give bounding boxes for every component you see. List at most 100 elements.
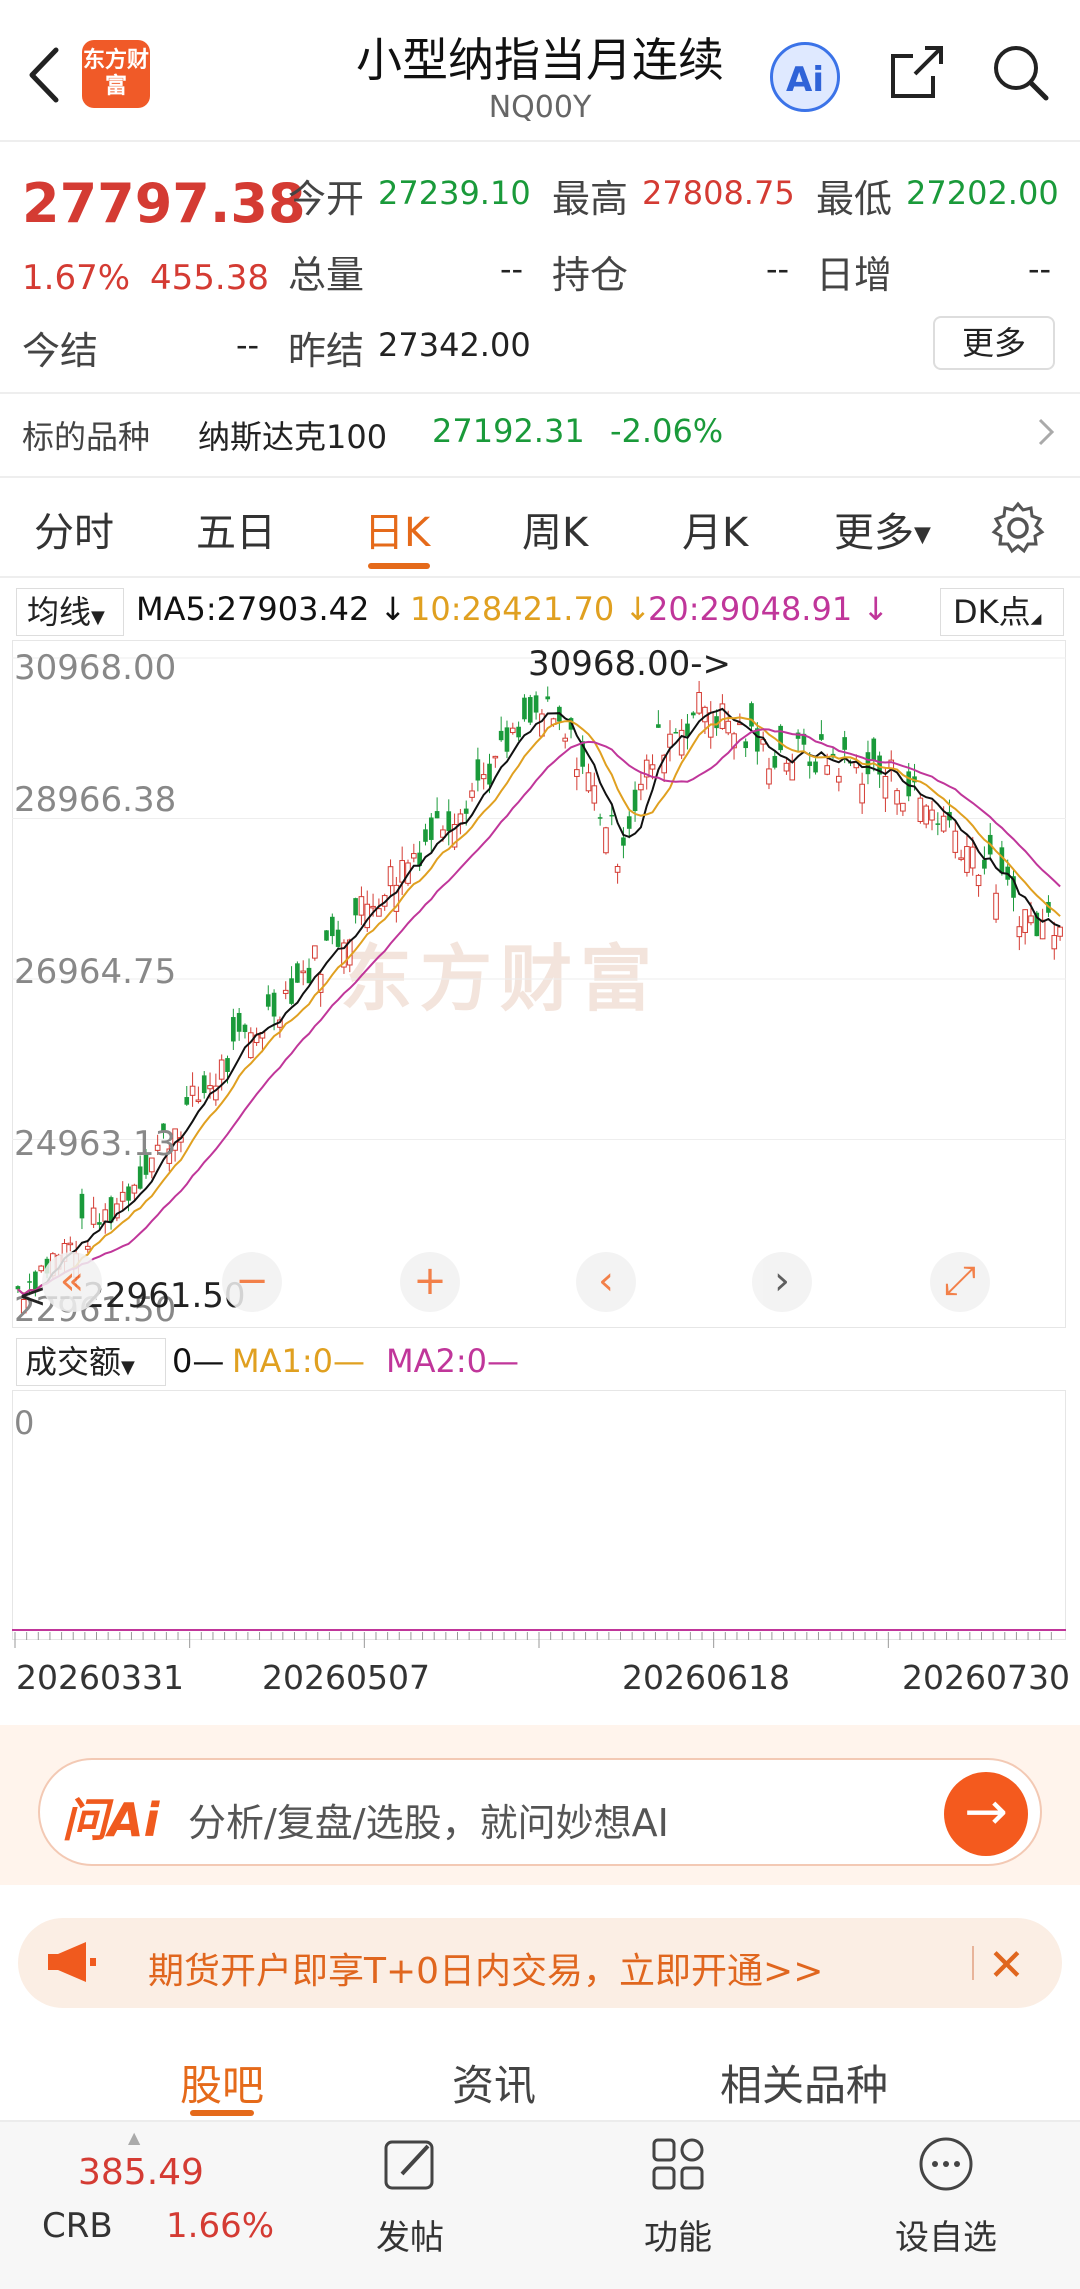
candle xyxy=(289,978,294,1004)
promo-separator xyxy=(972,1946,974,1980)
candle xyxy=(719,703,726,729)
back-icon[interactable] xyxy=(20,40,70,110)
tab-weekly-k[interactable]: 周K xyxy=(522,500,588,558)
tab-more[interactable]: 更多▼ xyxy=(834,500,931,558)
candle xyxy=(492,755,499,759)
candle xyxy=(871,738,877,761)
chevron-left-icon[interactable]: ‹ xyxy=(576,1252,636,1312)
candle xyxy=(236,1012,242,1032)
ai-placeholder: 分析/复盘/选股，就问妙想AI xyxy=(188,1801,669,1845)
candle xyxy=(231,1017,236,1042)
candle xyxy=(789,761,796,781)
change-percent: 1.67% xyxy=(22,258,131,298)
tabs-divider xyxy=(0,576,1080,578)
low-label: 最低 xyxy=(816,177,893,221)
tab-guba[interactable]: 股吧 xyxy=(180,2052,264,2113)
candle xyxy=(137,1166,143,1189)
dk-point-button[interactable]: DK点◢ xyxy=(940,588,1064,636)
tab-daily-k[interactable]: 日K xyxy=(364,500,430,558)
candle xyxy=(387,866,394,887)
candle xyxy=(102,1209,109,1222)
candle xyxy=(975,874,982,887)
candle xyxy=(894,790,900,805)
candle xyxy=(90,1207,97,1225)
daily-increase-value: -- xyxy=(1028,250,1052,288)
tab-related[interactable]: 相关品种 xyxy=(720,2052,888,2113)
chevron-right-icon xyxy=(1036,414,1056,454)
candle xyxy=(766,768,772,785)
candle xyxy=(242,1024,248,1033)
candle xyxy=(364,903,371,929)
corner-triangle-icon: ◢ xyxy=(1030,611,1042,627)
nav-function[interactable]: 功能 xyxy=(618,2210,738,2259)
volume-selector[interactable]: 成交额▼ xyxy=(16,1338,166,1386)
candle xyxy=(533,695,539,713)
underlying-name: 纳斯达克100 xyxy=(198,418,388,456)
candle xyxy=(969,846,976,869)
candle xyxy=(725,720,732,734)
chevron-right-icon[interactable]: › xyxy=(752,1252,812,1312)
x-tick-label: 20260331 xyxy=(16,1658,184,1697)
gear-icon[interactable] xyxy=(990,500,1046,560)
ai-button[interactable]: Ai xyxy=(770,42,840,112)
grid-icon[interactable] xyxy=(648,2134,708,2198)
candle xyxy=(649,764,656,770)
candle xyxy=(597,817,603,819)
volume-value: -- xyxy=(500,250,524,288)
x-tick-label: 20260507 xyxy=(262,1658,430,1697)
candle xyxy=(446,811,452,832)
candle xyxy=(487,763,492,785)
underlying-price: 27192.31 xyxy=(432,412,585,450)
candle xyxy=(504,727,510,752)
high-value: 27808.75 xyxy=(642,174,795,212)
tab-five-day[interactable]: 五日 xyxy=(196,500,276,558)
tab-monthly-k[interactable]: 月K xyxy=(682,500,748,558)
max-annotation: 30968.00-> xyxy=(528,644,731,684)
close-icon[interactable]: ✕ xyxy=(988,1940,1025,1991)
zoom-out-icon[interactable]: − xyxy=(222,1252,282,1312)
oi-value: -- xyxy=(766,250,790,288)
candle xyxy=(247,1032,254,1059)
nav-add-watchlist[interactable]: 设自选 xyxy=(876,2210,1016,2259)
edit-icon[interactable] xyxy=(380,2134,440,2198)
crb-value[interactable]: 385.49 xyxy=(78,2152,204,2193)
high-label: 最高 xyxy=(552,177,629,221)
candle xyxy=(982,859,987,869)
ma10-legend: 10:28421.70 ↓ xyxy=(410,590,652,628)
crb-change[interactable]: 1.66% xyxy=(166,2206,274,2246)
expand-icon[interactable]: ⤢ xyxy=(930,1252,990,1312)
candle xyxy=(1039,919,1046,940)
logo-text: 东方财富 xyxy=(82,48,149,99)
more-quote-button[interactable]: 更多 xyxy=(933,316,1055,370)
candle xyxy=(545,696,551,700)
x-tick-label: 20260618 xyxy=(622,1658,790,1697)
underlying-change: -2.06% xyxy=(610,412,724,450)
candle xyxy=(632,789,638,812)
zoom-in-icon[interactable]: + xyxy=(400,1252,460,1312)
candle xyxy=(603,827,609,854)
nav-post[interactable]: 发帖 xyxy=(350,2210,470,2259)
candle xyxy=(463,808,469,814)
underlying-divider xyxy=(0,476,1080,478)
share-icon[interactable] xyxy=(885,40,949,104)
promo-text: 期货开户即享T+0日内交易，立即开通>> xyxy=(148,1951,824,1992)
more-dots-icon[interactable] xyxy=(916,2134,976,2198)
y-tick-label: 30968.00 xyxy=(14,648,177,688)
volume-chart-frame xyxy=(12,1390,1066,1640)
ma-selector[interactable]: 均线▼ xyxy=(16,588,124,636)
candle xyxy=(370,905,376,909)
header-divider xyxy=(0,140,1080,142)
tab-news[interactable]: 资讯 xyxy=(452,2052,536,2113)
candle xyxy=(690,712,696,716)
candle xyxy=(614,866,621,873)
tab-intraday[interactable]: 分时 xyxy=(34,500,114,558)
search-icon[interactable] xyxy=(988,40,1052,104)
ai-go-arrow-icon[interactable]: → xyxy=(944,1772,1028,1856)
candle xyxy=(330,916,335,937)
last-price: 27797.38 xyxy=(22,172,306,235)
instrument-code: NQ00Y xyxy=(488,90,592,125)
candle xyxy=(218,1059,225,1080)
crb-label[interactable]: CRB xyxy=(42,2206,113,2246)
y-tick-label: 28966.38 xyxy=(14,780,177,820)
fast-backward-icon[interactable]: « xyxy=(42,1252,102,1312)
